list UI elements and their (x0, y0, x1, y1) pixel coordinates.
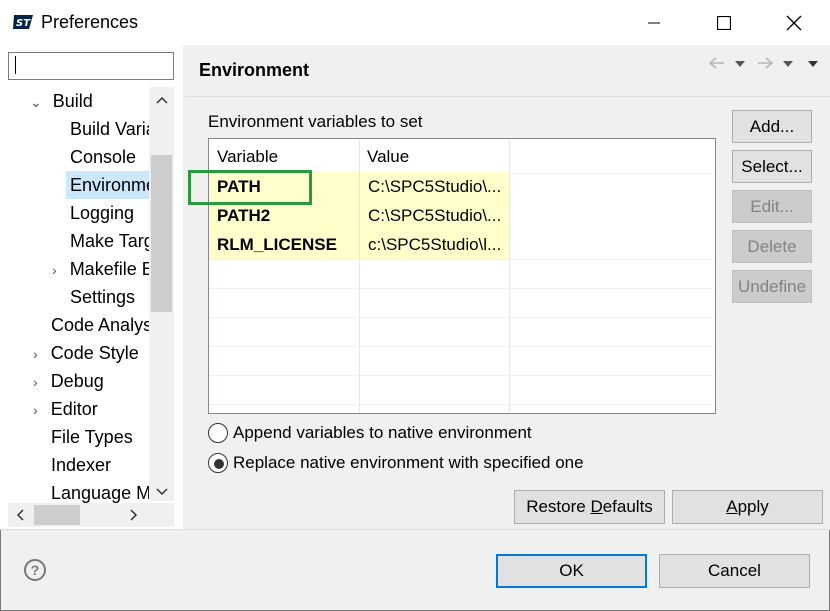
chevron-down-icon[interactable]: ⌄ (30, 94, 42, 110)
maximize-icon (717, 15, 731, 30)
edit-button[interactable]: Edit... (732, 190, 812, 223)
tree-item-label: Debug (50, 371, 104, 391)
minimize-button[interactable] (631, 0, 677, 45)
tree-item-label: Console (70, 147, 137, 167)
row-divider (209, 317, 715, 318)
tree-vertical-scroll-thumb[interactable] (151, 155, 172, 312)
table-label: Environment variables to set (208, 112, 423, 131)
tree-item-label: Language M (51, 483, 149, 503)
tree-horizontal-scrollbar[interactable] (8, 503, 174, 527)
add-button[interactable]: Add... (732, 110, 812, 143)
text-caret (15, 56, 16, 74)
append-radio[interactable] (208, 423, 228, 443)
back-menu-icon[interactable] (734, 57, 746, 69)
button-label: pply (737, 497, 769, 516)
row-divider (209, 259, 715, 260)
tree-item-label: Code Style (50, 343, 139, 363)
column-header-value[interactable]: Value (359, 140, 509, 173)
row-divider (209, 346, 715, 347)
tree-item-label: Build Varia (70, 119, 156, 139)
cancel-button[interactable]: Cancel (659, 554, 810, 588)
table-cell-value[interactable]: C:\SPC5Studio\... (360, 172, 509, 202)
table-cell-variable[interactable]: RLM_LICENSE (209, 230, 359, 260)
tree-item-debug[interactable]: › Debug (33, 367, 104, 395)
tree-item-file-types[interactable]: File Types (51, 423, 133, 451)
replace-radio[interactable] (208, 453, 228, 473)
scroll-left-icon[interactable] (10, 505, 30, 525)
page-title: Environment (199, 60, 310, 80)
tree-item-logging[interactable]: Logging (70, 199, 134, 227)
row-divider (209, 404, 715, 405)
view-menu-icon[interactable] (807, 57, 819, 69)
maximize-button[interactable] (701, 0, 747, 45)
tree-item-make-targets[interactable]: Make Targ (70, 227, 154, 255)
tree-item-label: Environme (70, 175, 157, 195)
footer-divider (0, 529, 830, 530)
tree-item-label: Settings (70, 287, 136, 307)
tree-item-label: Makefile E (69, 259, 154, 279)
button-label-mnemonic: A (726, 497, 738, 516)
tree-item-label: Logging (70, 203, 135, 223)
tree-item-editor[interactable]: › Editor (33, 395, 98, 423)
tree-item-label: Make Targ (70, 231, 154, 251)
restore-defaults-button[interactable]: Restore Defaults (514, 490, 665, 524)
tree-item-label: Indexer (51, 455, 112, 475)
select-button[interactable]: Select... (732, 150, 812, 183)
window-title: Preferences (41, 12, 139, 32)
tree-item-label: Code Analys (51, 315, 153, 335)
column-divider (509, 140, 510, 413)
chevron-right-icon[interactable]: › (33, 374, 38, 390)
help-icon[interactable]: ? (24, 559, 46, 581)
undefine-button[interactable]: Undefine (732, 270, 812, 303)
button-label: Restore (526, 497, 591, 516)
replace-radio-label[interactable]: Replace native environment with specifie… (233, 453, 584, 473)
close-button[interactable] (771, 0, 817, 45)
tree-item-environment[interactable]: Environme (66, 171, 156, 199)
forward-menu-icon[interactable] (782, 57, 794, 69)
scroll-down-icon[interactable] (151, 481, 172, 503)
table-cell-value[interactable]: C:\SPC5Studio\... (360, 201, 509, 231)
tree-item-code-analysis[interactable]: Code Analys (51, 311, 152, 339)
column-header-variable[interactable]: Variable (209, 140, 359, 173)
chevron-right-icon[interactable]: › (52, 262, 57, 278)
append-radio-label[interactable]: Append variables to native environment (233, 423, 532, 443)
scroll-right-icon[interactable] (124, 505, 144, 525)
apply-button[interactable]: Apply (672, 490, 823, 524)
delete-button[interactable]: Delete (732, 230, 812, 263)
table-cell-value[interactable]: c:\SPC5Studio\l... (360, 230, 509, 260)
chevron-right-icon[interactable]: › (33, 346, 38, 362)
tree-item-code-style[interactable]: › Code Style (33, 339, 139, 367)
button-label: efaults (602, 497, 653, 516)
tree-item-console[interactable]: Console (70, 143, 136, 171)
tree-item-label: Editor (50, 399, 98, 419)
tree-item-label: File Types (51, 427, 133, 447)
tree-item-build[interactable]: ⌄ Build (30, 87, 93, 115)
row-divider (209, 375, 715, 376)
svg-text:ST: ST (16, 18, 31, 29)
filter-input[interactable] (8, 52, 174, 80)
st-logo-icon: ST (13, 15, 33, 29)
row-divider (209, 288, 715, 289)
button-label-mnemonic: D (590, 497, 603, 516)
radio-selected-dot (214, 459, 224, 469)
tree-item-label: Build (52, 91, 93, 111)
header-divider (186, 96, 830, 97)
tree-horizontal-scroll-thumb[interactable] (34, 505, 80, 525)
table-cell-variable[interactable]: PATH2 (209, 201, 359, 231)
close-icon (786, 15, 802, 30)
tree-item-build-variables[interactable]: Build Varia (70, 115, 156, 143)
ok-button[interactable]: OK (496, 554, 647, 588)
path-highlight-box (188, 170, 312, 205)
back-arrow-icon[interactable] (708, 54, 726, 72)
scroll-up-icon[interactable] (151, 89, 172, 111)
tree-item-settings[interactable]: Settings (70, 283, 135, 311)
forward-arrow-icon[interactable] (756, 54, 774, 72)
tree-item-makefile-editor[interactable]: › Makefile E (52, 255, 154, 283)
chevron-right-icon[interactable]: › (33, 402, 38, 418)
tree-item-indexer[interactable]: Indexer (51, 451, 111, 479)
minimize-icon (648, 22, 660, 23)
